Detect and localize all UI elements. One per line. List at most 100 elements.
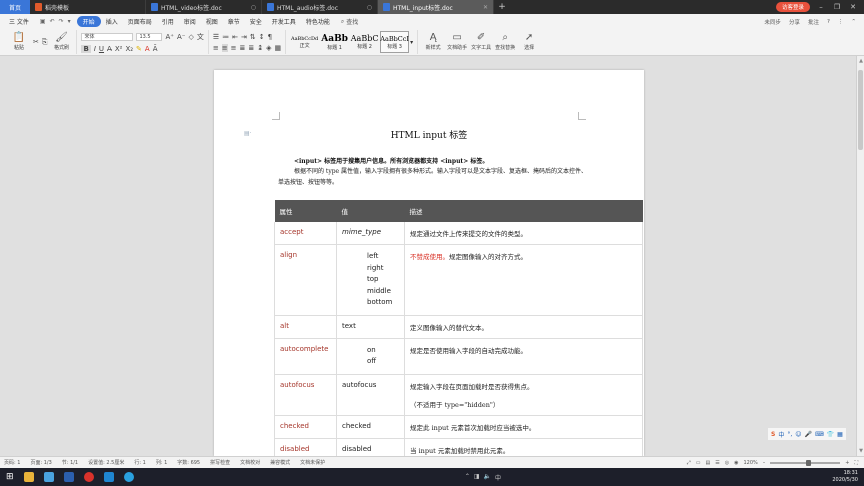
clear-format-icon[interactable]: ◇	[188, 33, 193, 41]
read-mode-icon[interactable]: ▭	[696, 460, 701, 466]
minimize-icon[interactable]: –	[816, 3, 826, 11]
scroll-up-icon[interactable]: ▲	[857, 58, 864, 64]
zoom-out-icon[interactable]: –	[763, 460, 766, 466]
subscript-button[interactable]: X₂	[125, 45, 133, 53]
menu-view[interactable]: 视图	[201, 17, 223, 26]
format-painter-button[interactable]: 🖌 格式刷	[50, 33, 72, 52]
menu-security[interactable]: 安全	[245, 17, 267, 26]
menu-chapter[interactable]: 章节	[223, 17, 245, 26]
font-size-select[interactable]: 13.5	[136, 32, 163, 41]
distribute-icon[interactable]: ≣	[248, 44, 254, 52]
eye-protection-icon[interactable]: ◉	[734, 460, 738, 466]
cut-icon[interactable]: ✂	[33, 38, 39, 46]
more-icon[interactable]: ⋮	[838, 19, 844, 25]
window-close-icon[interactable]: ✕	[848, 3, 858, 11]
shading-icon[interactable]: ◈	[266, 44, 271, 52]
menu-reference[interactable]: 引用	[157, 17, 179, 26]
char-border-icon[interactable]: Ā	[153, 45, 158, 53]
word-icon[interactable]	[63, 472, 74, 482]
styles-more-icon[interactable]: ▾	[410, 39, 413, 46]
wps-icon[interactable]	[83, 472, 94, 482]
vertical-scrollbar[interactable]: ▲ ▼	[856, 56, 864, 456]
keyboard-icon[interactable]: ⌨	[815, 431, 824, 438]
menu-features[interactable]: 特色功能	[301, 17, 335, 26]
tab-html-video[interactable]: HTML_video标签.doc ○	[146, 0, 262, 14]
style-normal[interactable]: AaBbCcDd 正文	[290, 31, 319, 53]
outline-view-icon[interactable]: ☰	[715, 460, 719, 466]
superscript-button[interactable]: X²	[115, 45, 123, 53]
menu-dev-tools[interactable]: 开发工具	[267, 17, 301, 26]
comment-button[interactable]: 批注	[808, 18, 819, 26]
taskbar-clock[interactable]: 18:31 2020/5/30	[832, 470, 864, 484]
close-icon[interactable]: ✕	[483, 4, 488, 11]
guest-login-button[interactable]: 访客登录	[775, 2, 810, 12]
more-icon[interactable]: ▾	[68, 18, 71, 25]
punctuation-icon[interactable]: °,	[787, 431, 792, 438]
sync-status[interactable]: 未同步	[764, 18, 781, 26]
redo-icon[interactable]: ↷	[59, 18, 64, 25]
doc-helper-button[interactable]: ▭ 文档助手	[446, 33, 468, 52]
italic-button[interactable]: I	[94, 45, 96, 53]
decrease-indent-icon[interactable]: ⇤	[232, 33, 238, 41]
menu-review[interactable]: 审阅	[179, 17, 201, 26]
align-right-icon[interactable]: ≡	[231, 44, 237, 52]
strikethrough-button[interactable]: A̶	[107, 45, 112, 53]
collapse-ribbon-icon[interactable]: ⌃	[851, 19, 856, 25]
show-marks-icon[interactable]: ¶	[268, 33, 272, 41]
file-menu[interactable]: 三 文件	[4, 17, 34, 26]
status-spell[interactable]: 拼写检查	[210, 459, 230, 466]
restore-icon[interactable]: ❐	[832, 3, 842, 11]
fit-page-icon[interactable]: ⛶	[854, 460, 858, 466]
copy-icon[interactable]: ⎘	[42, 38, 48, 47]
style-heading-2[interactable]: AaBbC 标题 2	[350, 31, 379, 53]
share-button[interactable]: 分享	[789, 18, 800, 26]
tab-daoke-template[interactable]: 稻壳模板	[30, 0, 146, 14]
network-icon[interactable]: ◨	[474, 473, 480, 482]
task-view-icon[interactable]	[43, 472, 54, 482]
bullet-list-icon[interactable]: ☰	[213, 33, 219, 41]
font-name-select[interactable]: 宋体	[81, 32, 134, 41]
fullscreen-icon[interactable]: ⤢	[687, 460, 691, 466]
menu-insert[interactable]: 插入	[101, 17, 123, 26]
volume-icon[interactable]: 🔈	[484, 473, 491, 482]
style-heading-3[interactable]: AaBbCcI 标题 3	[380, 31, 410, 53]
document-page[interactable]: ▤· HTML input 标签 <input> 标签用于搜集用户信息。所有浏览…	[214, 70, 644, 456]
search-box[interactable]: ⌕ 查找	[335, 17, 358, 27]
close-icon[interactable]: ○	[367, 4, 372, 11]
menu-start[interactable]: 开始	[76, 16, 101, 27]
print-layout-icon[interactable]: ▤	[706, 460, 711, 466]
underline-button[interactable]: U	[99, 45, 104, 53]
sort-icon[interactable]: ↕	[259, 33, 265, 41]
text-tools-button[interactable]: ✐ 文字工具	[470, 33, 492, 52]
line-spacing-icon[interactable]: ↨	[257, 44, 263, 52]
scroll-down-icon[interactable]: ▼	[857, 448, 864, 454]
mic-icon[interactable]: 🎤	[805, 431, 812, 438]
tray-arrow-icon[interactable]: ⌃	[465, 473, 470, 482]
align-left-icon[interactable]: ≡	[213, 44, 219, 52]
new-tab-button[interactable]: +	[494, 0, 510, 14]
tab-html-input[interactable]: HTML_input标签.doc ✕	[378, 0, 494, 14]
home-tab[interactable]: 首页	[0, 0, 30, 14]
border-icon[interactable]: ▦	[274, 44, 281, 52]
shrink-font-icon[interactable]: A⁻	[177, 33, 185, 41]
ime-toolbar[interactable]: S 中 °, ☺ 🎤 ⌨ 👕 ▦	[768, 428, 846, 440]
paste-button[interactable]: 📋 粘贴	[8, 33, 30, 52]
highlight-icon[interactable]: ✎	[136, 45, 142, 53]
select-button[interactable]: ➚ 选择	[518, 33, 540, 52]
status-protect[interactable]: 文档未保护	[300, 459, 325, 466]
toolbox-icon[interactable]: ▦	[837, 431, 843, 438]
tab-html-audio[interactable]: HTML_audio标签.doc ○	[262, 0, 378, 14]
scrollbar-thumb[interactable]	[858, 70, 863, 150]
web-view-icon[interactable]: ◎	[725, 460, 729, 466]
justify-icon[interactable]: ≣	[239, 44, 245, 52]
save-icon[interactable]: ▣	[40, 18, 46, 25]
menu-page-layout[interactable]: 页面布局	[123, 17, 157, 26]
style-heading-1[interactable]: AaBb 标题 1	[320, 31, 349, 53]
skin-icon[interactable]: 👕	[827, 431, 834, 438]
new-style-button[interactable]: Ą 新样式	[422, 33, 444, 52]
edge-icon[interactable]	[123, 472, 134, 482]
status-words[interactable]: 字数: 695	[177, 459, 200, 466]
chinese-mode-icon[interactable]: 中	[778, 430, 784, 439]
file-explorer-icon[interactable]	[23, 472, 34, 482]
zoom-level[interactable]: 120%	[743, 460, 757, 466]
